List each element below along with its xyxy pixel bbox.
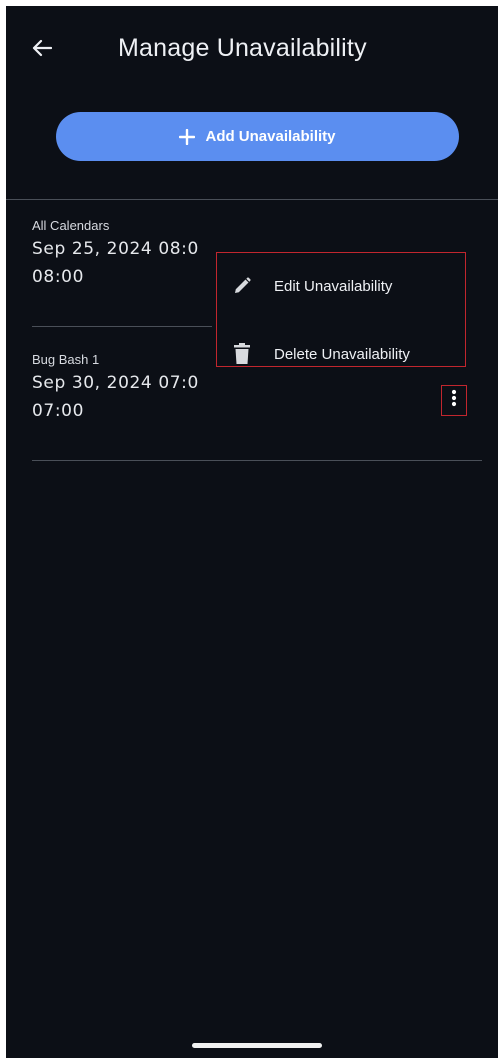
delete-unavailability-label: Delete Unavailability: [274, 345, 410, 363]
more-options-button[interactable]: [441, 385, 467, 416]
edit-unavailability-menu-item[interactable]: Edit Unavailability: [217, 261, 464, 311]
delete-unavailability-menu-item[interactable]: Delete Unavailability: [217, 329, 464, 379]
unavailability-end: 07:00: [32, 401, 84, 421]
add-unavailability-label: Add Unavailability: [205, 128, 336, 145]
header-divider: [6, 199, 498, 200]
more-vertical-icon: [451, 389, 457, 412]
app-screen: Manage Unavailability Add Unavailability…: [6, 6, 498, 1058]
arrow-left-icon: [32, 39, 53, 62]
pencil-icon: [230, 274, 254, 298]
edit-unavailability-label: Edit Unavailability: [274, 277, 393, 295]
app-header: Manage Unavailability: [6, 6, 498, 96]
page-title: Manage Unavailability: [118, 34, 367, 62]
item-divider: [32, 326, 212, 327]
trash-icon: [230, 342, 254, 366]
add-unavailability-button[interactable]: Add Unavailability: [56, 112, 459, 161]
item-context-menu: Edit Unavailability Delete Unavailabilit…: [216, 252, 466, 367]
back-button[interactable]: [24, 32, 60, 68]
plus-icon: [179, 128, 196, 145]
home-indicator[interactable]: [192, 1043, 322, 1048]
item-divider: [32, 460, 482, 461]
calendar-name: All Calendars: [32, 218, 110, 233]
